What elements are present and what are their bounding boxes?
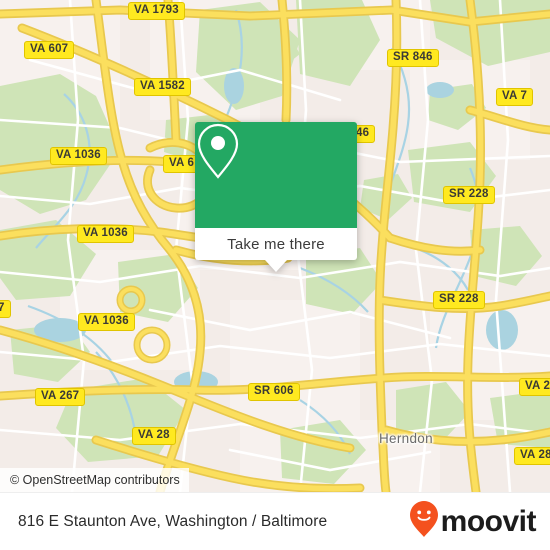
moovit-wordmark: moovit	[440, 504, 537, 538]
moovit-logo[interactable]: moovit	[409, 500, 537, 543]
location-popup[interactable]: Take me there	[195, 122, 357, 272]
road-shield: VA 1036	[78, 313, 135, 331]
map-attribution[interactable]: © OpenStreetMap contributors	[0, 468, 189, 492]
map-screen: VA 1793 VA 607 SR 846 VA 1582 VA 7 46 VA…	[0, 0, 550, 550]
moovit-pin-icon	[409, 500, 439, 543]
road-shield: 7	[0, 300, 11, 318]
road-shield: VA 1036	[77, 225, 134, 243]
map-canvas[interactable]: VA 1793 VA 607 SR 846 VA 1582 VA 7 46 VA…	[0, 0, 550, 492]
road-shield: VA 286	[514, 447, 550, 465]
road-shield: VA 28	[132, 427, 176, 445]
road-shield: VA 7	[496, 88, 534, 106]
popup-header	[195, 122, 357, 228]
road-shield: VA 1582	[134, 78, 191, 96]
road-shield: SR 846	[387, 49, 439, 67]
footer-bar: 816 E Staunton Ave, Washington / Baltimo…	[0, 492, 550, 550]
road-shield: VA 2	[519, 378, 550, 396]
road-shield: VA 607	[24, 41, 75, 59]
take-me-there-label: Take me there	[227, 235, 325, 253]
road-shield: VA 1793	[128, 2, 185, 20]
road-shield: VA 267	[35, 388, 86, 406]
place-label-herndon: Herndon	[379, 431, 433, 446]
road-shield: SR 606	[248, 383, 300, 401]
address-label: 816 E Staunton Ave, Washington / Baltimo…	[18, 512, 328, 530]
popup-tail	[265, 260, 287, 272]
road-shield: VA 1036	[50, 147, 107, 165]
take-me-there-button[interactable]: Take me there	[195, 228, 357, 260]
road-shield: SR 228	[433, 291, 485, 309]
road-shield: SR 228	[443, 186, 495, 204]
